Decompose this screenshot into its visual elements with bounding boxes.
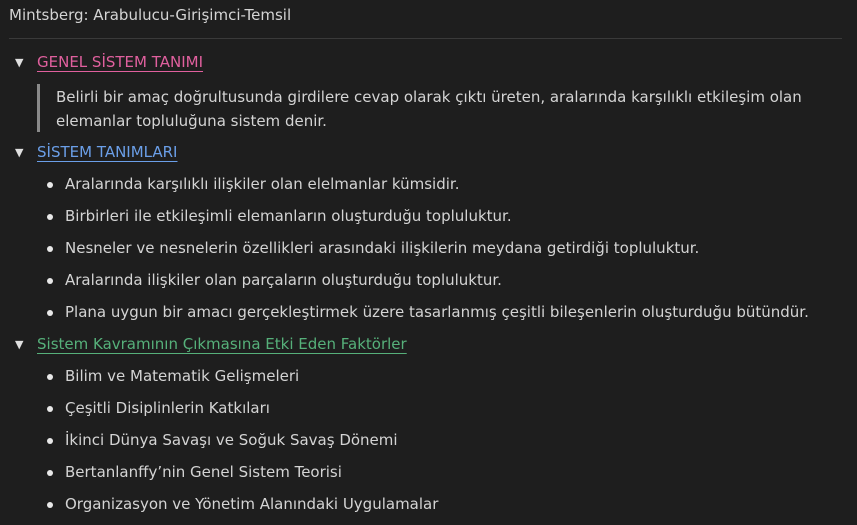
quote-text: Belirli bir amaç doğrultusunda girdilere…: [56, 88, 802, 130]
bullet-icon: [47, 278, 53, 284]
list-item-text: Aralarında ilişkiler olan parçaların olu…: [65, 271, 502, 289]
list-item-text: Nesneler ve nesnelerin özellikleri arası…: [65, 239, 700, 257]
page-title: Mintsberg: Arabulucu-Girişimci-Temsil: [9, 6, 292, 24]
list-item-text: Çeşitli Disiplinlerin Katkıları: [65, 399, 270, 417]
bullet-icon: [47, 182, 53, 188]
quote-bar: [37, 84, 40, 132]
bullet-icon: [47, 502, 53, 508]
triangle-down-icon[interactable]: ▼: [15, 57, 27, 69]
list-item-text: Bilim ve Matematik Gelişmeleri: [65, 367, 300, 385]
section-heading[interactable]: SİSTEM TANIMLARI: [37, 143, 177, 161]
list-item-text: Aralarında karşılıklı ilişkiler olan ele…: [65, 175, 460, 193]
list-item-text: Organizasyon ve Yönetim Alanındaki Uygul…: [65, 495, 439, 513]
bullet-icon: [47, 246, 53, 252]
list-item-text: Bertanlanffy’nin Genel Sistem Teorisi: [65, 463, 342, 481]
bullet-icon: [47, 310, 53, 316]
triangle-down-icon[interactable]: ▼: [15, 147, 27, 159]
bullet-icon: [47, 406, 53, 412]
divider: [9, 38, 842, 39]
section-heading[interactable]: GENEL SİSTEM TANIMI: [37, 53, 203, 71]
bullet-icon: [47, 470, 53, 476]
section-heading[interactable]: Sistem Kavramının Çıkmasına Etki Eden Fa…: [37, 335, 407, 353]
bullet-icon: [47, 214, 53, 220]
list-item-text: Birbirleri ile etkileşimli elemanların o…: [65, 207, 512, 225]
list-item-text: Plana uygun bir amacı gerçekleştirmek üz…: [65, 303, 809, 321]
bullet-icon: [47, 438, 53, 444]
list-item-text: İkinci Dünya Savaşı ve Soğuk Savaş Dönem…: [65, 431, 398, 449]
triangle-down-icon[interactable]: ▼: [15, 339, 27, 351]
bullet-icon: [47, 374, 53, 380]
